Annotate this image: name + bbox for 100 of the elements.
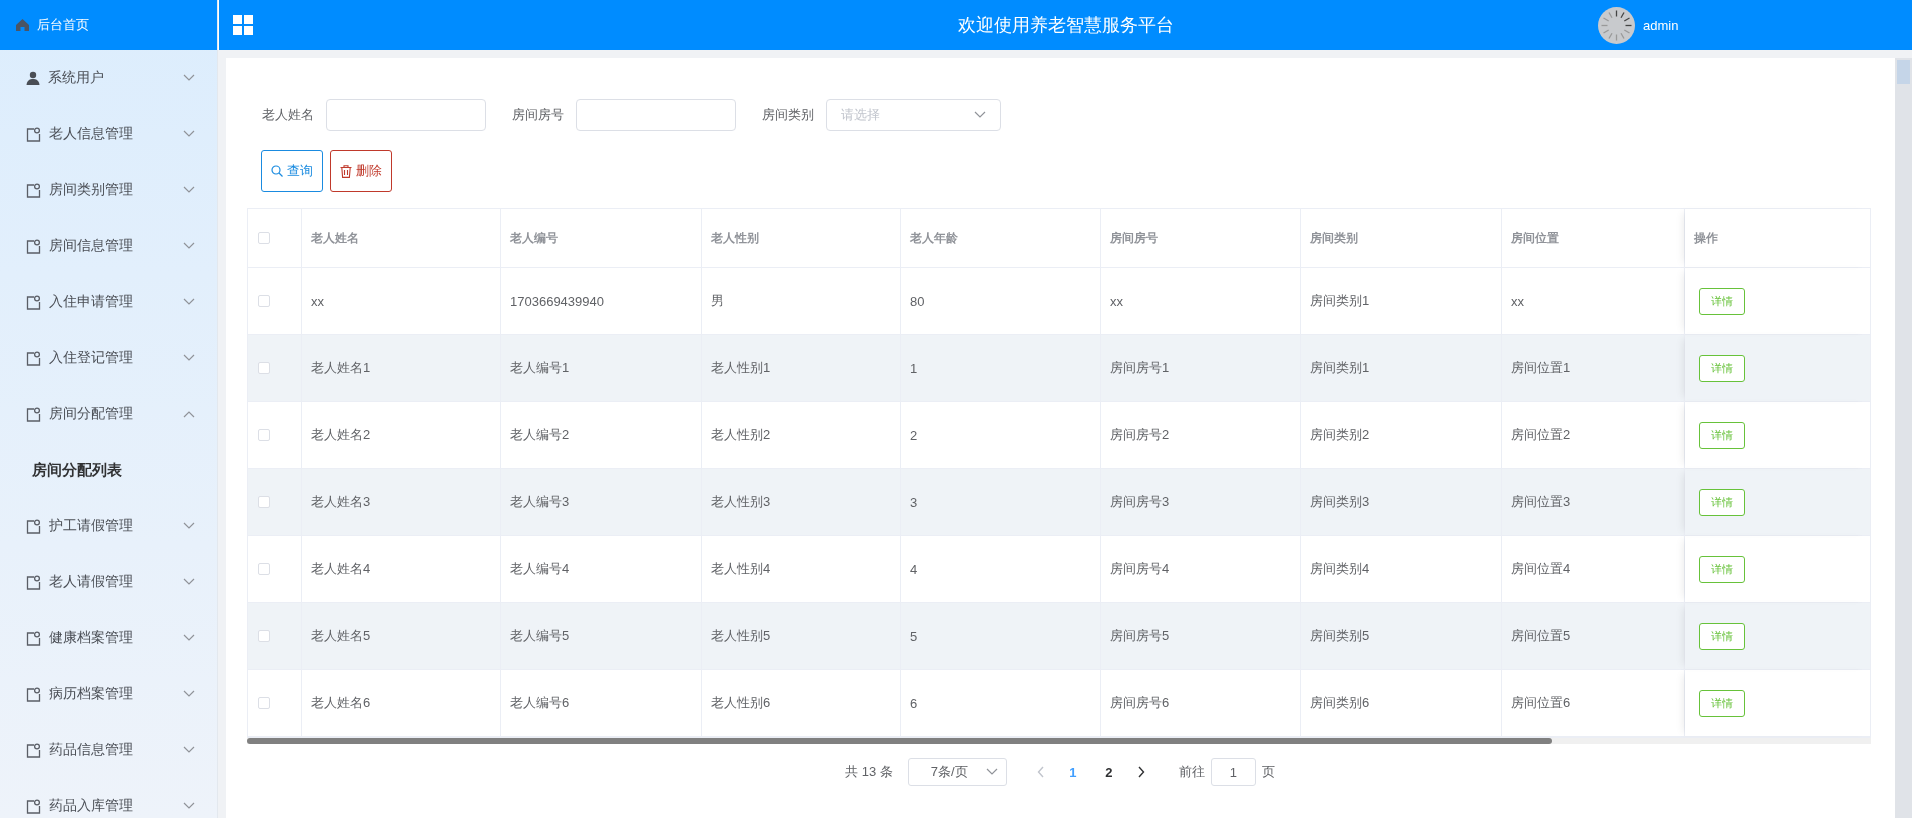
menu-label: 系统用户: [48, 69, 105, 87]
table-cell: 5: [901, 603, 1101, 669]
row-checkbox[interactable]: [258, 295, 270, 307]
chevron-icon: [183, 634, 195, 642]
menu-item[interactable]: 房间分配管理: [0, 386, 217, 442]
column-header: 房间类别: [1301, 209, 1502, 267]
chevron-icon: [183, 410, 195, 418]
table-cell: 房间类别2: [1301, 402, 1502, 468]
page-size-select[interactable]: 7条/页: [907, 758, 1007, 786]
row-checkbox[interactable]: [258, 630, 270, 642]
menu-label: 入住登记管理: [49, 349, 134, 367]
menu-icon: [26, 406, 41, 422]
table-cell: 房间位置3: [1502, 469, 1685, 535]
table-cell: 房间类别1: [1301, 268, 1502, 334]
column-header: 老人性别: [702, 209, 901, 267]
menu-icon: [26, 630, 41, 646]
menu-icon: [26, 686, 41, 702]
column-header: 房间房号: [1101, 209, 1301, 267]
row-checkbox[interactable]: [258, 697, 270, 709]
row-checkbox[interactable]: [258, 563, 270, 575]
input-field[interactable]: [576, 99, 736, 131]
table-cell: 房间位置5: [1502, 603, 1685, 669]
field-label: 老人姓名: [262, 106, 314, 124]
horizontal-scrollbar[interactable]: [247, 738, 1871, 744]
table-cell: 2: [901, 402, 1101, 468]
vertical-scrollbar[interactable]: [1895, 58, 1912, 818]
menu-icon: [26, 126, 41, 142]
table-cell: 老人编号3: [501, 469, 702, 535]
column-header: 老人姓名: [302, 209, 501, 267]
table-cell: 6: [901, 670, 1101, 736]
menu-item[interactable]: 老人信息管理: [0, 106, 217, 162]
chevron-icon: [183, 74, 195, 82]
table-cell: 老人姓名1: [302, 335, 501, 401]
chevron-icon: [183, 690, 195, 698]
menu-item[interactable]: 入住申请管理: [0, 274, 217, 330]
select-all-checkbox[interactable]: [258, 232, 270, 244]
column-header: 房间位置: [1502, 209, 1685, 267]
table-cell: 老人姓名4: [302, 536, 501, 602]
menu-label: 健康档案管理: [49, 629, 134, 647]
table-cell: 老人姓名3: [302, 469, 501, 535]
table-cell: 老人编号1: [501, 335, 702, 401]
table-cell: 房间房号2: [1101, 402, 1301, 468]
row-checkbox[interactable]: [258, 496, 270, 508]
chevron-icon: [183, 298, 195, 306]
delete-button[interactable]: 删除: [330, 150, 392, 192]
row-checkbox[interactable]: [258, 362, 270, 374]
page-title: 欢迎使用养老智慧服务平台: [956, 14, 1175, 37]
grid-icon[interactable]: [233, 15, 253, 35]
chevron-icon: [183, 802, 195, 810]
table-cell: 男: [702, 268, 901, 334]
menu-item[interactable]: 病历档案管理: [0, 666, 217, 722]
table-cell: 老人性别1: [702, 335, 901, 401]
menu-label: 入住申请管理: [49, 293, 134, 311]
field-label: 房间房号: [512, 106, 564, 124]
table-cell: 老人姓名6: [302, 670, 501, 736]
goto-label: 前往: [1178, 763, 1205, 781]
table-cell: 老人性别5: [702, 603, 901, 669]
chevron-icon: [183, 130, 195, 138]
table-cell: 房间位置6: [1502, 670, 1685, 736]
row-checkbox[interactable]: [258, 429, 270, 441]
menu-item[interactable]: 健康档案管理: [0, 610, 217, 666]
menu-label: 房间信息管理: [49, 237, 134, 255]
table-cell: 房间房号4: [1101, 536, 1301, 602]
menu-label: 老人请假管理: [49, 573, 134, 591]
menu-item[interactable]: 护工请假管理: [0, 498, 217, 554]
chevron-right-icon: [1136, 766, 1145, 778]
table-cell: 老人姓名2: [302, 402, 501, 468]
table-cell: 3: [901, 469, 1101, 535]
menu-item[interactable]: 入住登记管理: [0, 330, 217, 386]
submenu-item[interactable]: 房间分配列表: [0, 442, 217, 498]
input-field[interactable]: [326, 99, 486, 131]
chevron-icon: [183, 746, 195, 754]
menu-item[interactable]: 房间信息管理: [0, 218, 217, 274]
loading-avatar-icon: [1598, 6, 1635, 44]
table-cell: 老人性别6: [702, 670, 901, 736]
menu-item[interactable]: 药品入库管理: [0, 778, 217, 818]
search-button[interactable]: 查询: [261, 150, 323, 192]
menu-item[interactable]: 药品信息管理: [0, 722, 217, 778]
table-cell: 房间房号3: [1101, 469, 1301, 535]
table-cell: 老人编号5: [501, 603, 702, 669]
menu-item[interactable]: 系统用户: [0, 50, 217, 106]
page-number[interactable]: 2: [1090, 763, 1127, 781]
table-cell: 房间房号6: [1101, 670, 1301, 736]
menu-item[interactable]: 老人请假管理: [0, 554, 217, 610]
table-cell: 老人姓名5: [302, 603, 501, 669]
table-cell: 房间类别1: [1301, 335, 1502, 401]
menu-label: 药品信息管理: [49, 741, 134, 759]
table-cell: 房间类别6: [1301, 670, 1502, 736]
menu-icon: [26, 238, 41, 254]
table-cell: 房间房号1: [1101, 335, 1301, 401]
menu-icon: [26, 798, 41, 814]
chevron-left-icon: [1036, 766, 1045, 778]
menu-item[interactable]: 房间类别管理: [0, 162, 217, 218]
table-cell: 房间类别5: [1301, 603, 1502, 669]
page-input[interactable]: 1: [1210, 758, 1256, 786]
table-cell: 老人性别3: [702, 469, 901, 535]
trash-icon: [340, 164, 352, 178]
chevron-icon: [183, 578, 195, 586]
table-cell: 房间类别4: [1301, 536, 1502, 602]
total-count: 共 13 条: [845, 763, 893, 781]
